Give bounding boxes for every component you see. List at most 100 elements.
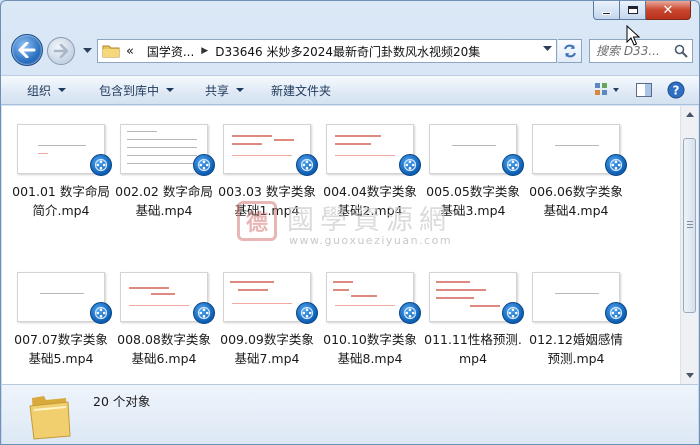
breadcrumb-overflow[interactable]: « xyxy=(126,44,134,59)
thumbnail-stroke xyxy=(335,305,395,306)
refresh-button[interactable] xyxy=(558,39,582,63)
explorer-window: ✕ « 国学资... ▶ D33646 米妙多2024最新奇门卦数风水视频20集… xyxy=(0,0,700,445)
file-name: 007.07数字类象 基础5.mp4 xyxy=(2,330,120,368)
file-name-line1: 010.10数字类象 xyxy=(323,332,417,347)
mouse-pointer-icon xyxy=(626,25,640,46)
share-menu[interactable]: 共享 xyxy=(187,78,257,102)
file-name: 002.02 数字命局 基础.mp4 xyxy=(105,182,223,220)
file-item[interactable]: 005.05数字类象 基础3.mp4 xyxy=(414,124,524,234)
chevron-down-icon xyxy=(685,373,694,378)
minimize-icon xyxy=(602,11,611,15)
file-item[interactable]: 004.04数字类象 基础2.mp4 xyxy=(311,124,421,234)
file-name: 012.12婚姻感情 预测.mp4 xyxy=(517,330,635,368)
address-dropdown-icon[interactable] xyxy=(543,46,552,52)
scroll-up-button[interactable] xyxy=(681,106,698,123)
file-item[interactable]: 011.11性格预测. mp4 xyxy=(414,272,524,382)
forward-arrow-icon xyxy=(53,44,69,58)
maximize-button[interactable] xyxy=(620,1,646,20)
search-icon[interactable] xyxy=(674,44,688,58)
thumbnail-stroke xyxy=(127,155,197,156)
file-name-line2: 基础3.mp4 xyxy=(440,203,506,218)
organize-menu[interactable]: 组织 xyxy=(1,78,79,102)
scroll-down-button[interactable] xyxy=(681,367,698,384)
svg-text:?: ? xyxy=(673,84,680,98)
thumbnail-stroke xyxy=(452,145,496,146)
vertical-scrollbar[interactable] xyxy=(680,106,698,384)
command-bar-right: ? xyxy=(591,79,689,101)
forward-button[interactable] xyxy=(47,37,75,65)
thumbnail-stroke xyxy=(129,287,169,289)
thumbnail-stroke xyxy=(555,145,599,146)
file-name-line1: 003.03 数字类象 xyxy=(218,184,316,199)
breadcrumb-item-current[interactable]: D33646 米妙多2024最新奇门卦数风水视频20集 xyxy=(215,43,480,60)
file-item[interactable]: 003.03 数字类象 基础1.mp4 xyxy=(208,124,318,234)
file-item[interactable]: 012.12婚姻感情 预测.mp4 xyxy=(517,272,627,382)
file-name-line2: 基础7.mp4 xyxy=(234,351,300,366)
minimize-button[interactable] xyxy=(593,1,620,20)
close-icon: ✕ xyxy=(662,2,674,18)
address-bar[interactable]: « 国学资... ▶ D33646 米妙多2024最新奇门卦数风水视频20集 xyxy=(97,39,557,63)
breadcrumb: « 国学资... ▶ D33646 米妙多2024最新奇门卦数风水视频20集 xyxy=(120,43,480,60)
grip-icon xyxy=(687,221,693,222)
thumbnail-stroke xyxy=(351,295,377,297)
help-button[interactable]: ? xyxy=(663,79,689,101)
maximize-icon xyxy=(627,6,638,14)
breadcrumb-separator[interactable]: ▶ xyxy=(201,46,208,56)
thumbnail-stroke xyxy=(555,293,599,294)
file-name: 008.08数字类象 基础6.mp4 xyxy=(105,330,223,368)
thumbnail-stroke xyxy=(127,163,197,164)
file-item[interactable]: 001.01 数字命局 简介.mp4 xyxy=(2,124,112,234)
file-name-line2: 基础.mp4 xyxy=(135,203,193,218)
file-name-line1: 005.05数字类象 xyxy=(426,184,520,199)
thumbnail-stroke xyxy=(436,281,470,283)
thumbnail-stroke xyxy=(335,135,381,137)
thumbnail-stroke xyxy=(333,281,353,283)
folder-icon xyxy=(102,45,120,58)
folder-icon xyxy=(29,396,71,440)
help-icon: ? xyxy=(667,81,685,99)
recent-pages-dropdown[interactable] xyxy=(81,45,93,57)
file-name: 006.06数字类象 基础4.mp4 xyxy=(517,182,635,220)
change-view-button[interactable] xyxy=(591,79,625,101)
organize-label: 组织 xyxy=(27,83,52,98)
file-name: 001.01 数字命局 简介.mp4 xyxy=(2,182,120,220)
file-item[interactable]: 008.08数字类象 基础6.mp4 xyxy=(105,272,215,382)
item-count: 20 个对象 xyxy=(93,394,151,409)
include-in-library-menu[interactable]: 包含到库中 xyxy=(79,78,187,102)
breadcrumb-item-parent[interactable]: 国学资... xyxy=(147,43,194,60)
thumbnail-stroke xyxy=(274,139,294,141)
file-name-line2: 基础1.mp4 xyxy=(234,203,300,218)
preview-pane-icon xyxy=(636,83,652,97)
file-name-line2: 基础6.mp4 xyxy=(131,351,197,366)
new-folder-label: 新建文件夹 xyxy=(271,83,332,98)
thumbnail-stroke xyxy=(127,147,197,148)
file-name: 009.09数字类象 基础7.mp4 xyxy=(208,330,326,368)
file-item[interactable]: 009.09数字类象 基础7.mp4 xyxy=(208,272,318,382)
thumbnail-stroke xyxy=(436,297,474,299)
preview-pane-button[interactable] xyxy=(631,79,657,101)
file-item[interactable]: 002.02 数字命局 基础.mp4 xyxy=(105,124,215,234)
thumbnail-stroke xyxy=(436,289,486,291)
new-folder-button[interactable]: 新建文件夹 xyxy=(257,78,344,102)
file-item[interactable]: 006.06数字类象 基础4.mp4 xyxy=(517,124,627,234)
share-label: 共享 xyxy=(205,83,230,98)
file-list: 001.01 数字命局 简介.mp4 002.02 数字命局 基础.mp4 003.03… xyxy=(2,106,680,384)
refresh-icon xyxy=(563,44,576,58)
file-item[interactable]: 010.10数字类象 基础8.mp4 xyxy=(311,272,421,382)
chevron-down-icon xyxy=(82,48,92,53)
back-button[interactable] xyxy=(11,34,43,66)
scroll-thumb[interactable] xyxy=(683,138,696,313)
search-box[interactable] xyxy=(589,39,693,63)
back-arrow-icon xyxy=(18,42,36,58)
caption-buttons: ✕ xyxy=(593,1,691,21)
close-button[interactable]: ✕ xyxy=(646,1,691,20)
chevron-down-icon xyxy=(58,88,67,92)
thumbnail-stroke xyxy=(38,153,48,154)
thumbnail-stroke xyxy=(40,293,84,294)
chevron-up-icon xyxy=(685,112,694,117)
file-name-line2: 简介.mp4 xyxy=(32,203,90,218)
file-item[interactable]: 007.07数字类象 基础5.mp4 xyxy=(2,272,112,382)
thumbnail-stroke xyxy=(335,155,395,156)
file-name-line1: 004.04数字类象 xyxy=(323,184,417,199)
thumbnail-stroke xyxy=(127,139,197,140)
